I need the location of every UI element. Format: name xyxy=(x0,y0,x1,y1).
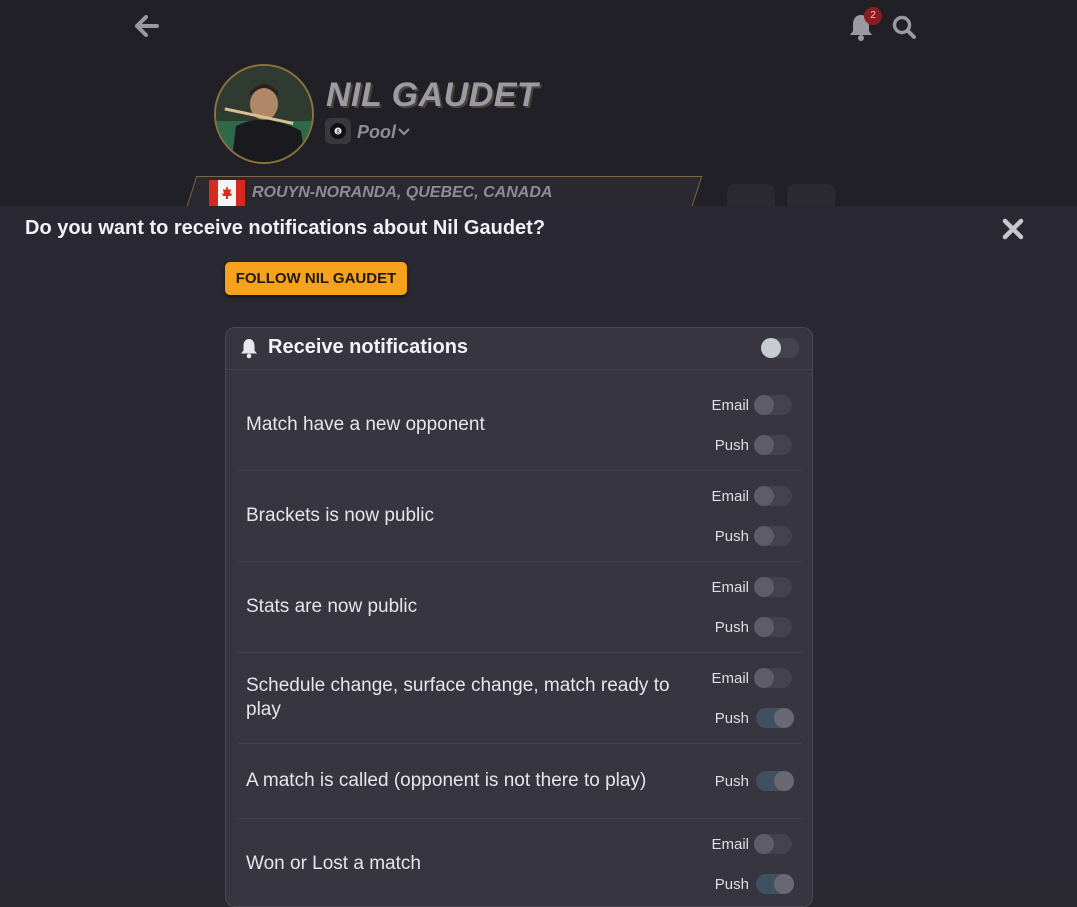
chevron-down-icon[interactable] xyxy=(397,125,411,137)
email-label: Email xyxy=(711,670,749,687)
push-toggle[interactable] xyxy=(754,435,792,455)
toggle-knob xyxy=(754,435,774,455)
row-label: Won or Lost a match xyxy=(246,853,421,874)
push-label: Push xyxy=(714,528,749,545)
email-toggle[interactable] xyxy=(754,395,792,415)
email-label: Email xyxy=(711,488,749,505)
divider xyxy=(238,470,802,471)
email-label: Email xyxy=(711,836,749,853)
player-name: NIL GAUDET xyxy=(326,76,539,114)
toggle-knob xyxy=(754,617,774,637)
modal-title: Do you want to receive notifications abo… xyxy=(25,217,546,239)
push-label: Push xyxy=(714,437,749,454)
toggle-knob xyxy=(754,395,774,415)
push-toggle[interactable] xyxy=(754,526,792,546)
search-icon[interactable] xyxy=(891,14,917,40)
row-label: Stats are now public xyxy=(246,596,418,617)
push-label: Push xyxy=(714,876,749,893)
toggle-knob xyxy=(774,771,794,791)
push-toggle[interactable] xyxy=(756,708,794,728)
toggle-knob xyxy=(754,486,774,506)
toggle-knob xyxy=(754,668,774,688)
canada-flag-icon xyxy=(209,180,245,206)
toggle-knob xyxy=(774,874,794,894)
eight-ball-icon: 8 xyxy=(325,118,351,144)
location-text: ROUYN-NORANDA, QUEBEC, CANADA xyxy=(252,184,553,201)
push-toggle[interactable] xyxy=(756,874,794,894)
profile-action-button[interactable] xyxy=(727,184,775,208)
player-avatar xyxy=(214,64,314,164)
email-label: Email xyxy=(711,397,749,414)
toggle-knob xyxy=(761,338,781,358)
divider xyxy=(238,652,802,653)
notification-count-badge: 2 xyxy=(864,7,882,25)
push-label: Push xyxy=(714,710,749,727)
follow-button[interactable]: FOLLOW NIL GAUDET xyxy=(225,262,407,295)
close-icon[interactable] xyxy=(1001,217,1025,241)
divider xyxy=(238,561,802,562)
back-arrow-icon[interactable] xyxy=(132,12,160,40)
toggle-knob xyxy=(774,708,794,728)
row-label: A match is called (opponent is not there… xyxy=(246,770,647,791)
toggle-knob xyxy=(754,577,774,597)
email-toggle[interactable] xyxy=(754,577,792,597)
divider xyxy=(238,818,802,819)
push-toggle[interactable] xyxy=(754,617,792,637)
bell-icon xyxy=(239,337,259,359)
email-toggle[interactable] xyxy=(754,834,792,854)
panel-title: Receive notifications xyxy=(268,336,469,358)
toggle-knob xyxy=(754,834,774,854)
toggle-knob xyxy=(754,526,774,546)
favorite-button[interactable] xyxy=(787,184,835,208)
master-notifications-toggle[interactable] xyxy=(761,338,799,358)
sport-selector-label[interactable]: Pool xyxy=(357,122,396,143)
push-label: Push xyxy=(714,773,749,790)
row-label: Match have a new opponent xyxy=(246,414,485,435)
email-label: Email xyxy=(711,579,749,596)
push-label: Push xyxy=(714,619,749,636)
push-toggle[interactable] xyxy=(756,771,794,791)
row-label: Brackets is now public xyxy=(246,505,434,526)
email-toggle[interactable] xyxy=(754,668,792,688)
email-toggle[interactable] xyxy=(754,486,792,506)
row-label: Schedule change, surface change, match r… xyxy=(246,675,670,720)
divider xyxy=(238,743,802,744)
